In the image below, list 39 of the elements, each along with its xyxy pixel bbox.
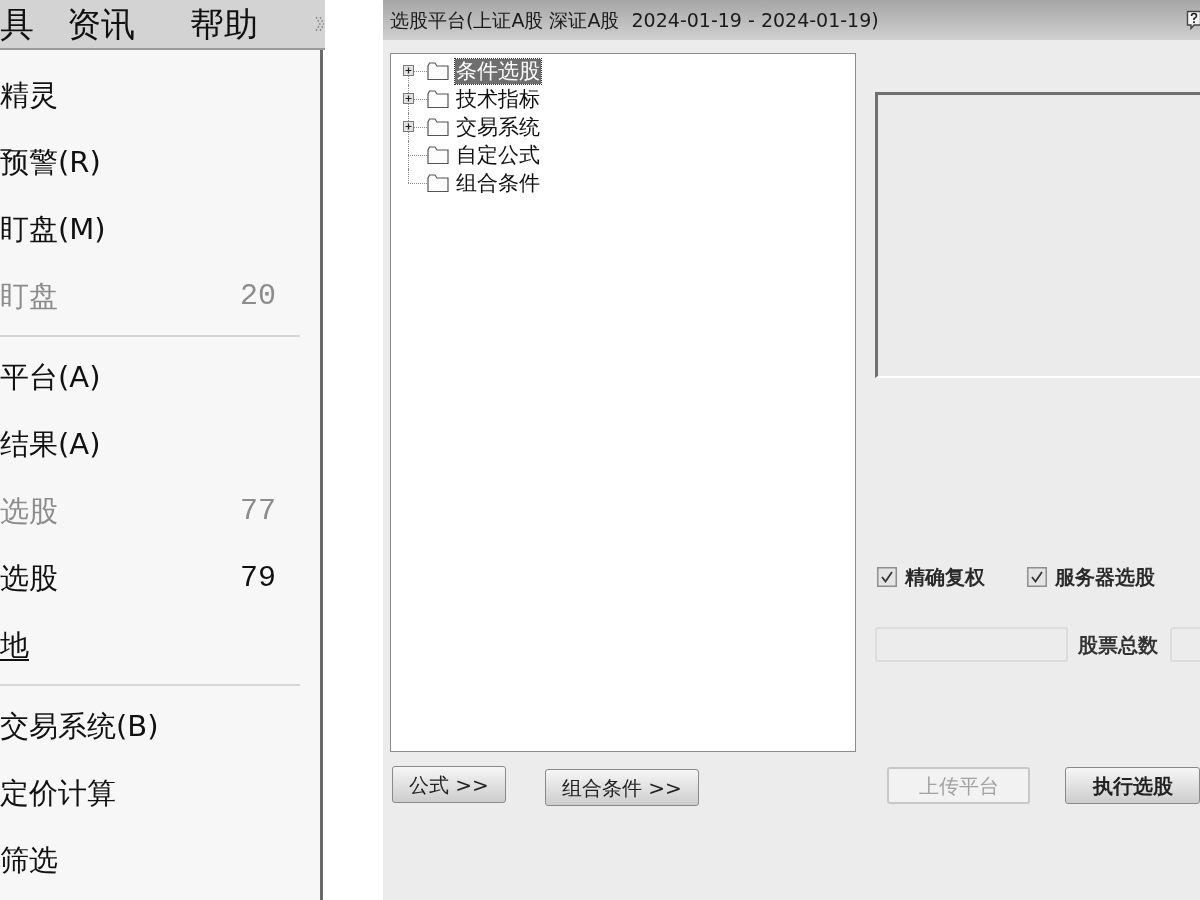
checkbox-label: 服务器选股	[1055, 566, 1155, 588]
menu-item[interactable]: 平台(A)	[0, 343, 320, 410]
menu-item[interactable]: 结果(A)	[0, 410, 320, 477]
expand-icon[interactable]	[403, 93, 414, 104]
tree-item[interactable]: 交易系统	[455, 114, 541, 140]
run-button[interactable]: 执行选股	[1065, 767, 1200, 804]
menu-item[interactable]: 定价计算	[0, 759, 320, 826]
field-label: 股票总数	[1078, 632, 1158, 657]
menu-item[interactable]: 预警(R)	[0, 128, 320, 195]
folder-icon	[427, 89, 449, 109]
tree-item[interactable]: 自定公式	[455, 142, 541, 168]
expand-panel-button[interactable]: 组合条件 >>	[544, 769, 699, 806]
expand-icon[interactable]	[403, 121, 414, 132]
menu-bar-item[interactable]: 资讯	[67, 4, 135, 44]
folder-icon	[427, 145, 449, 165]
shortcut-text: 77	[240, 492, 276, 529]
menu-item[interactable]: 地	[0, 611, 320, 678]
checkbox[interactable]	[877, 567, 897, 587]
folder-icon	[427, 61, 449, 81]
shortcut-text: 79	[240, 559, 276, 596]
menu-item[interactable]: 筛选	[0, 826, 320, 893]
folder-icon	[427, 117, 449, 137]
tree-item[interactable]: 技术指标	[455, 86, 541, 112]
tree-item[interactable]: 条件选股	[455, 58, 541, 84]
expand-panel-button[interactable]: 公式 >>	[392, 766, 506, 803]
checkbox-label: 精确复权	[905, 566, 985, 588]
expand-icon[interactable]	[403, 65, 414, 76]
menu-item[interactable]: 交易系统(B)	[0, 692, 320, 759]
window-title: 选股平台(上证A股 深证A股 2024-01-19 - 2024-01-19)	[390, 8, 879, 32]
menu-bar-item[interactable]: 具	[0, 4, 34, 44]
help-icon[interactable]	[1186, 10, 1200, 30]
checkbox[interactable]	[1027, 567, 1047, 587]
folder-icon	[427, 173, 449, 193]
menu-bar-item[interactable]: 帮助	[190, 4, 258, 44]
menu-item[interactable]: 精灵	[0, 61, 320, 128]
shortcut-text: 20	[240, 277, 276, 314]
tree-item[interactable]: 组合条件	[455, 170, 541, 196]
menu-item[interactable]: 选股 79	[0, 544, 320, 611]
menu-item[interactable]: 盯盘(M)	[0, 195, 320, 262]
